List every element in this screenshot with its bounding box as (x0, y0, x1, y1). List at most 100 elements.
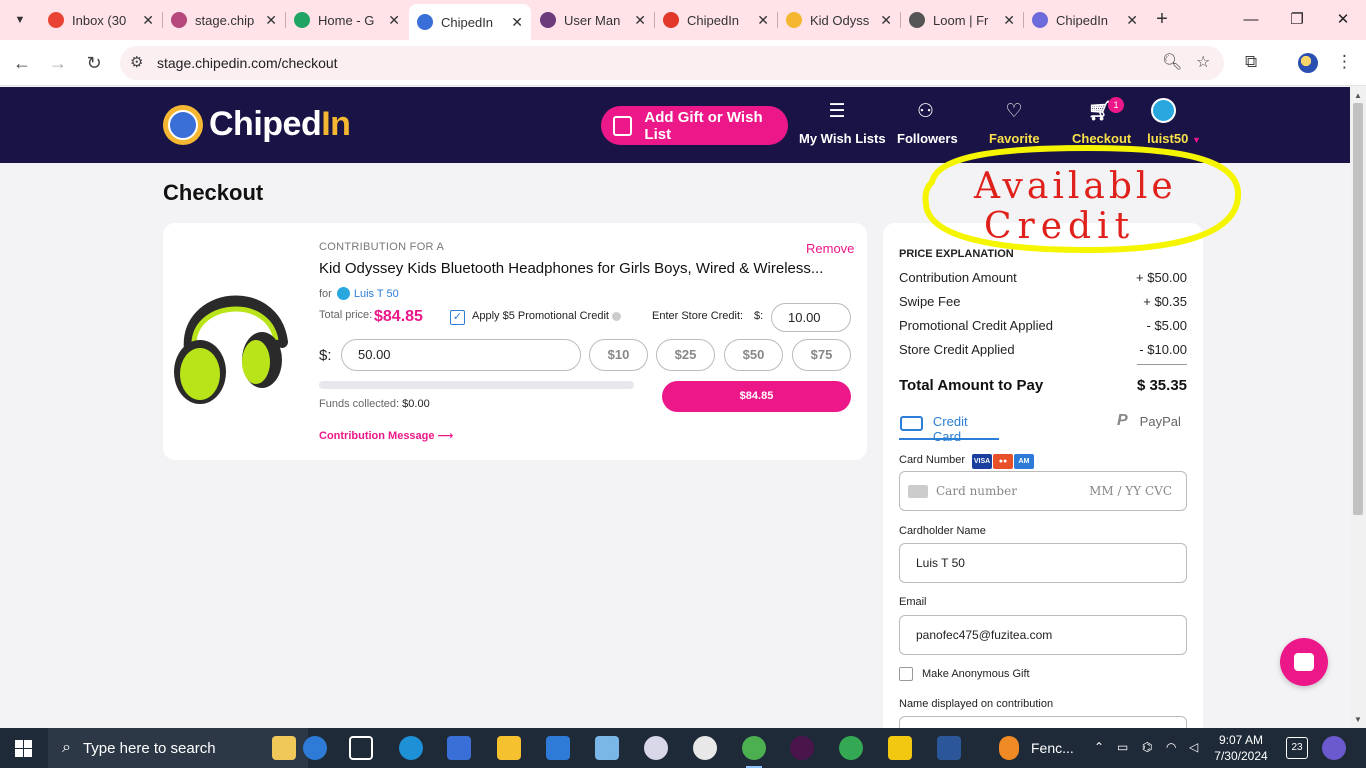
app-icon[interactable] (1322, 736, 1346, 760)
forward-button[interactable]: → (45, 50, 71, 76)
price-divider (1137, 364, 1187, 365)
amount-chip-10[interactable]: $10 (589, 339, 648, 371)
chipedin-logo-icon[interactable] (163, 105, 203, 145)
paypal-icon: P (1117, 412, 1128, 429)
tray-chevron-icon[interactable]: ⌃ (1094, 740, 1104, 754)
tab-search-menu-icon[interactable]: ▼ (8, 8, 32, 32)
slack-icon[interactable] (790, 736, 814, 760)
cardholder-input[interactable]: Luis T 50 (899, 543, 1187, 583)
browser-tab-user-manual[interactable]: User Man ✕ (532, 4, 654, 36)
close-tab-icon[interactable]: ✕ (757, 12, 769, 29)
word-icon[interactable] (937, 736, 961, 760)
scroll-down-arrow[interactable]: ▼ (1350, 715, 1366, 724)
amount-chip-25[interactable]: $25 (656, 339, 715, 371)
tab-credit-card[interactable]: Credit Card (899, 414, 999, 444)
browser-tab-chipedin-2[interactable]: ChipedIn ✕ (655, 4, 777, 36)
app-icon[interactable] (693, 736, 717, 760)
notification-center[interactable]: 23 (1286, 737, 1308, 759)
taskbar-search[interactable]: ⌕ Type here to search (48, 728, 308, 768)
tab-paypal[interactable]: P PayPal (1117, 412, 1181, 430)
chipedin-logo[interactable]: ChipedIn (209, 105, 351, 144)
weather-icon[interactable] (999, 736, 1019, 760)
browser-tab-chipedin-active[interactable]: ChipedIn ✕ (409, 4, 531, 40)
extensions-icon[interactable]: ⧉ (1245, 52, 1257, 72)
contribution-message-link[interactable]: Contribution Message ⟶ (319, 429, 453, 442)
price-row-swipe-fee: Swipe Fee + $0.35 (899, 294, 1187, 309)
browser-tab-loom[interactable]: Loom | Fr ✕ (901, 4, 1023, 36)
user-avatar[interactable] (1151, 98, 1176, 123)
amount-chip-75[interactable]: $75 (792, 339, 851, 371)
recipient-name[interactable]: Luis T 50 (354, 288, 399, 300)
address-bar[interactable]: ⚙ stage.chipedin.com/checkout 🔍︎ ☆ (120, 46, 1224, 80)
close-tab-icon[interactable]: ✕ (634, 12, 646, 29)
tray-wifi-icon[interactable]: ◠ (1166, 740, 1176, 754)
close-tab-icon[interactable]: ✕ (388, 12, 400, 29)
page-scrollbar[interactable]: ▲ ▼ (1350, 87, 1366, 728)
app-icon[interactable] (644, 736, 668, 760)
url-text[interactable]: stage.chipedin.com/checkout (157, 55, 338, 71)
remove-item-link[interactable]: Remove (806, 241, 854, 256)
headphones-product-image[interactable] (170, 272, 288, 410)
close-tab-icon[interactable]: ✕ (880, 12, 892, 29)
card-number-label: Card Number (899, 454, 966, 466)
promo-credit-label: Apply $5 Promotional Credit (472, 310, 621, 322)
store-credit-input[interactable]: 10.00 (771, 303, 851, 332)
followers-icon: ⚇ (916, 101, 935, 122)
promo-credit-checkbox[interactable]: ✓ (450, 310, 465, 325)
add-gift-button[interactable]: Add Gift or Wish List (601, 106, 788, 145)
browser-menu-icon[interactable]: ⋮ (1336, 52, 1353, 72)
close-tab-icon[interactable]: ✕ (265, 12, 277, 29)
bookmark-star-icon[interactable]: ☆ (1196, 52, 1210, 72)
app-icon[interactable] (595, 736, 619, 760)
amount-chip-50[interactable]: $50 (724, 339, 783, 371)
edge-icon[interactable] (399, 736, 423, 760)
tray-battery-icon[interactable]: ▭ (1117, 740, 1128, 754)
site-settings-icon[interactable]: ⚙ (130, 53, 143, 71)
product-title[interactable]: Kid Odyssey Kids Bluetooth Headphones fo… (319, 260, 849, 277)
taskbar-widget-icon[interactable] (272, 736, 296, 760)
minimize-button[interactable]: — (1228, 0, 1274, 40)
zoom-icon[interactable]: 🔍︎ (1162, 52, 1182, 72)
windows-start-icon[interactable] (15, 740, 32, 757)
taskbar-clock[interactable]: 9:07 AM 7/30/2024 (1210, 732, 1272, 764)
scroll-up-arrow[interactable]: ▲ (1350, 91, 1366, 100)
browser-tab-kid-odyssey[interactable]: Kid Odyss ✕ (778, 4, 900, 36)
power-bi-icon[interactable] (888, 736, 912, 760)
chrome-icon[interactable] (742, 736, 766, 768)
contribution-amount-input[interactable]: 50.00 (341, 339, 581, 371)
cart-count-badge: 1 (1108, 97, 1124, 113)
email-input[interactable]: panofec475@fuzitea.com (899, 615, 1187, 655)
display-name-input[interactable] (899, 716, 1187, 728)
task-view-icon[interactable] (349, 736, 373, 760)
mail-icon[interactable] (546, 736, 570, 760)
store-icon[interactable] (447, 736, 471, 760)
browser-tab-gmail[interactable]: Inbox (30 ✕ (40, 4, 162, 36)
scrollbar-thumb[interactable] (1353, 103, 1363, 515)
tray-volume-icon[interactable]: ◁ (1189, 740, 1198, 754)
tray-network-icon[interactable]: ⌬ (1142, 740, 1152, 754)
new-tab-button[interactable]: + (1150, 8, 1174, 32)
reload-button[interactable]: ↻ (81, 50, 107, 76)
pay-total-button[interactable]: $84.85 (662, 381, 851, 412)
close-window-button[interactable]: ✕ (1320, 0, 1366, 40)
card-number-input[interactable]: Card number MM / YY CVC (899, 471, 1187, 511)
browser-profile-avatar[interactable] (1298, 53, 1318, 73)
close-tab-icon[interactable]: ✕ (511, 14, 523, 31)
taskbar-copilot-icon[interactable] (303, 736, 327, 760)
close-tab-icon[interactable]: ✕ (1003, 12, 1015, 29)
anonymous-gift-checkbox[interactable] (899, 667, 913, 681)
browser-tab-stage[interactable]: stage.chip ✕ (163, 4, 285, 36)
info-icon[interactable] (611, 311, 621, 321)
site-icon (540, 12, 556, 28)
chat-button[interactable] (1280, 638, 1328, 686)
close-tab-icon[interactable]: ✕ (1126, 12, 1138, 29)
back-button[interactable]: ← (9, 50, 35, 76)
file-explorer-icon[interactable] (497, 736, 521, 760)
restore-button[interactable]: ❐ (1274, 0, 1320, 40)
nav-my-wish-lists[interactable]: ☰ My Wish Lists (799, 99, 886, 159)
browser-tab-drive[interactable]: Home - G ✕ (286, 4, 408, 36)
weather-text[interactable]: Fenc... (1031, 740, 1074, 756)
chrome-icon[interactable] (839, 736, 863, 760)
close-tab-icon[interactable]: ✕ (142, 12, 154, 29)
browser-tab-chipedin-3[interactable]: ChipedIn ✕ (1024, 4, 1146, 36)
